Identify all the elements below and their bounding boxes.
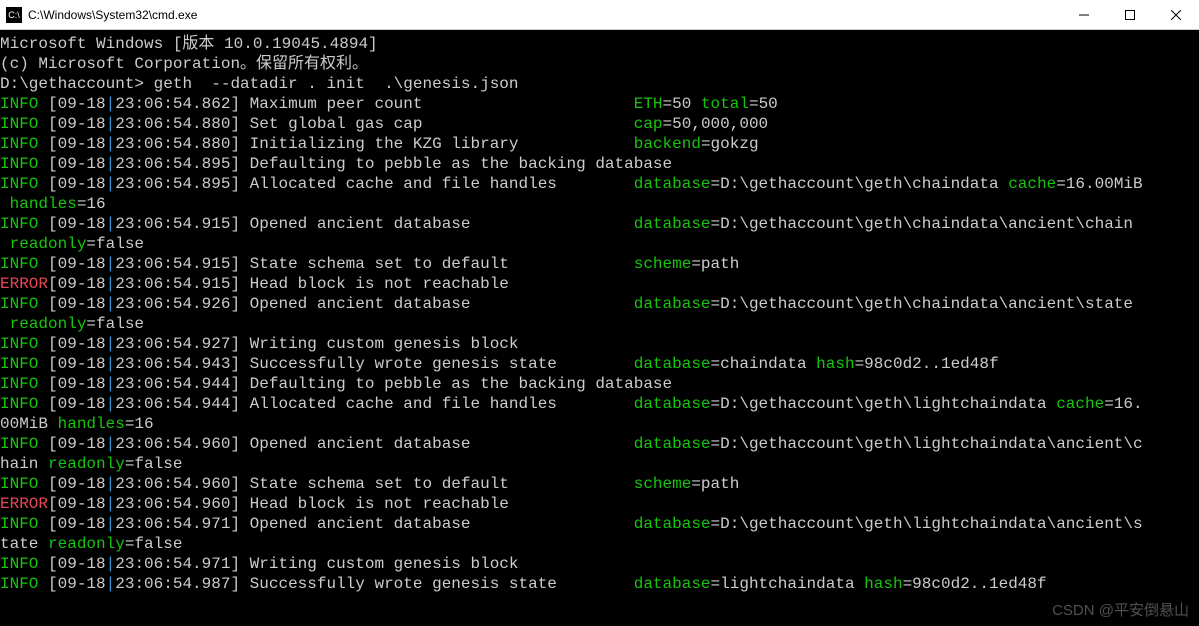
terminal-line: INFO [09-18|23:06:54.971] Opened ancient… [0,514,1199,534]
terminal-line: INFO [09-18|23:06:54.915] Opened ancient… [0,214,1199,234]
terminal-line: INFO [09-18|23:06:54.895] Allocated cach… [0,174,1199,194]
titlebar-left: C:\ C:\Windows\System32\cmd.exe [0,7,197,23]
terminal-line: INFO [09-18|23:06:54.960] State schema s… [0,474,1199,494]
minimize-icon [1079,10,1089,20]
terminal-line: INFO [09-18|23:06:54.927] Writing custom… [0,334,1199,354]
minimize-button[interactable] [1061,0,1107,29]
terminal-line: D:\gethaccount> geth --datadir . init .\… [0,74,1199,94]
watermark: CSDN @平安倒悬山 [1052,599,1189,620]
terminal-line: INFO [09-18|23:06:54.926] Opened ancient… [0,294,1199,314]
terminal-line: ERROR[09-18|23:06:54.915] Head block is … [0,274,1199,294]
window-controls [1061,0,1199,29]
terminal-line: INFO [09-18|23:06:54.960] Opened ancient… [0,434,1199,454]
maximize-icon [1125,10,1135,20]
maximize-button[interactable] [1107,0,1153,29]
terminal-line: handles=16 [0,194,1199,214]
terminal-line: INFO [09-18|23:06:54.915] State schema s… [0,254,1199,274]
window-titlebar: C:\ C:\Windows\System32\cmd.exe [0,0,1199,30]
terminal-line: INFO [09-18|23:06:54.971] Writing custom… [0,554,1199,574]
terminal-line: INFO [09-18|23:06:54.895] Defaulting to … [0,154,1199,174]
terminal-line: tate readonly=false [0,534,1199,554]
terminal-line: INFO [09-18|23:06:54.944] Allocated cach… [0,394,1199,414]
close-icon [1171,10,1181,20]
terminal-line: 00MiB handles=16 [0,414,1199,434]
terminal-line: INFO [09-18|23:06:54.880] Initializing t… [0,134,1199,154]
terminal-line: INFO [09-18|23:06:54.862] Maximum peer c… [0,94,1199,114]
terminal-line: INFO [09-18|23:06:54.880] Set global gas… [0,114,1199,134]
window-title: C:\Windows\System32\cmd.exe [28,8,197,22]
terminal-line: ERROR[09-18|23:06:54.960] Head block is … [0,494,1199,514]
terminal-line: INFO [09-18|23:06:54.944] Defaulting to … [0,374,1199,394]
terminal-line: readonly=false [0,234,1199,254]
terminal-line: INFO [09-18|23:06:54.943] Successfully w… [0,354,1199,374]
terminal-line: Microsoft Windows [版本 10.0.19045.4894] [0,34,1199,54]
terminal-line: (c) Microsoft Corporation。保留所有权利。 [0,54,1199,74]
terminal-line: readonly=false [0,314,1199,334]
cmd-icon: C:\ [6,7,22,23]
terminal-output[interactable]: Microsoft Windows [版本 10.0.19045.4894](c… [0,30,1199,594]
terminal-line: hain readonly=false [0,454,1199,474]
close-button[interactable] [1153,0,1199,29]
terminal-line: INFO [09-18|23:06:54.987] Successfully w… [0,574,1199,594]
